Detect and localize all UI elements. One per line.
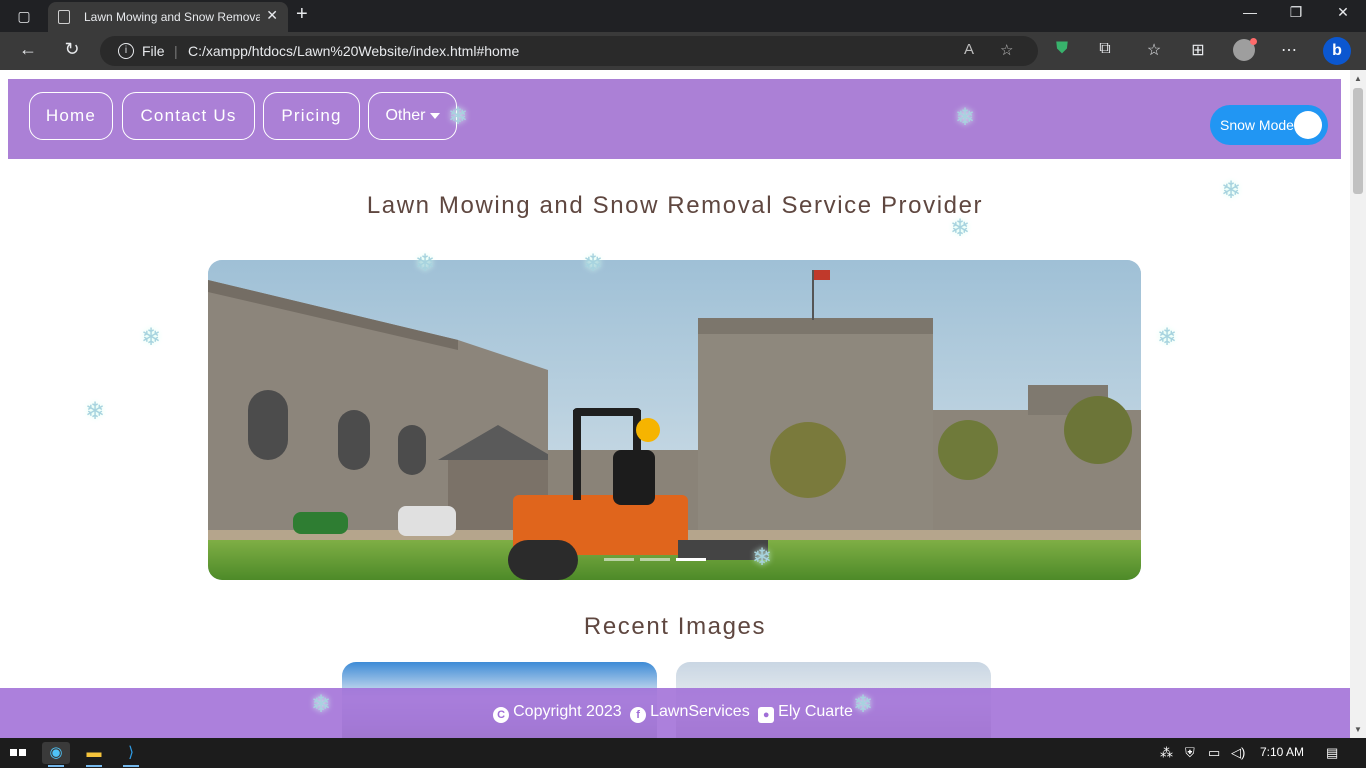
- new-tab-icon[interactable]: +: [296, 3, 308, 26]
- toggle-knob: [1294, 111, 1322, 139]
- page-icon: [58, 10, 70, 24]
- snowflake-icon: ❄: [853, 691, 874, 718]
- edge-icon[interactable]: ◉: [42, 742, 70, 767]
- url-text[interactable]: C:/xampp/htdocs/Lawn%20Website/index.htm…: [188, 43, 519, 59]
- more-icon[interactable]: ⋯: [1278, 40, 1300, 60]
- page-title: Lawn Mowing and Snow Removal Service Pro…: [366, 192, 984, 219]
- read-aloud-icon[interactable]: A: [964, 41, 974, 58]
- slide-indicator-active[interactable]: [676, 558, 706, 561]
- nav-other-dropdown[interactable]: Other: [368, 92, 457, 140]
- display-icon[interactable]: ▭: [1208, 745, 1220, 761]
- facebook-icon[interactable]: f: [630, 707, 647, 723]
- window-icon[interactable]: ▢: [12, 6, 36, 26]
- site-navbar: Home Contact Us Pricing Other Snow Mode: [8, 79, 1341, 159]
- favorite-add-icon[interactable]: ☆: [1000, 41, 1013, 59]
- address-separator: |: [174, 43, 178, 59]
- scroll-thumb[interactable]: [1353, 88, 1363, 194]
- snowflake-icon: ❄: [141, 324, 162, 351]
- nav-home-button[interactable]: Home: [29, 92, 113, 140]
- scroll-down-icon[interactable]: ▼: [1354, 725, 1362, 734]
- snowflake-icon: ❄: [415, 250, 436, 277]
- slide-indicator[interactable]: [640, 558, 670, 561]
- nav-other-label: Other: [385, 107, 426, 124]
- copyright-icon: C: [493, 707, 510, 723]
- snow-mode-label: Snow Mode: [1220, 117, 1294, 133]
- snowflake-icon: ❄: [1221, 177, 1242, 204]
- snowflake-icon: ❄: [311, 691, 332, 718]
- volume-icon[interactable]: ◁): [1231, 745, 1245, 761]
- extensions-icon[interactable]: ⧉: [1094, 40, 1116, 58]
- favorites-icon[interactable]: ☆: [1143, 40, 1165, 60]
- slider-indicators: [604, 558, 724, 562]
- vscode-icon[interactable]: ⟩: [117, 742, 145, 767]
- refresh-icon[interactable]: ↻: [60, 39, 84, 60]
- snowflake-icon: ❄: [448, 103, 469, 130]
- user-icon: ●: [758, 707, 775, 723]
- info-icon[interactable]: i: [118, 43, 134, 59]
- hero-slider[interactable]: [208, 260, 1141, 580]
- network-icon[interactable]: ⁂: [1160, 745, 1173, 761]
- clock-time[interactable]: 7:10 AM: [1260, 745, 1304, 759]
- minimize-icon[interactable]: —: [1235, 4, 1265, 20]
- author-name: Ely Cuarte: [778, 703, 853, 720]
- security-tray-icon[interactable]: ⛨: [1185, 745, 1195, 761]
- nav-pricing-button[interactable]: Pricing: [263, 92, 360, 140]
- profile-icon[interactable]: [1233, 38, 1257, 61]
- hero-image: [208, 260, 1141, 580]
- page-scrollbar[interactable]: ▲ ▼: [1350, 70, 1366, 738]
- snowflake-icon: ❄: [950, 215, 971, 242]
- address-bar[interactable]: i File | C:/xampp/htdocs/Lawn%20Website/…: [100, 36, 1038, 66]
- windows-taskbar: ◉ ▬ ⟩ ⁂ ⛨ ▭ ◁) 7:10 AM ▤: [0, 738, 1366, 768]
- snowflake-icon: ❄: [85, 398, 106, 425]
- back-icon[interactable]: ←: [16, 39, 40, 60]
- recent-images-heading: Recent Images: [583, 613, 767, 640]
- file-explorer-icon[interactable]: ▬: [80, 742, 108, 767]
- address-bar-row: ← ↻ i File | C:/xampp/htdocs/Lawn%20Webs…: [0, 32, 1366, 70]
- shield-icon[interactable]: ⛊: [1051, 40, 1073, 58]
- snowflake-icon: ❄: [1157, 324, 1178, 351]
- slide-indicator[interactable]: [604, 558, 634, 561]
- copyright-text: Copyright 2023: [513, 703, 622, 720]
- snowflake-icon: ❄: [752, 544, 773, 571]
- snowflake-icon: ❄: [583, 250, 604, 277]
- caret-down-icon: [429, 112, 440, 119]
- close-window-icon[interactable]: ✕: [1328, 4, 1358, 21]
- page-viewport: Home Contact Us Pricing Other Snow Mode …: [0, 70, 1350, 738]
- tab-close-icon[interactable]: ✕: [266, 7, 278, 24]
- bing-icon[interactable]: b: [1323, 37, 1351, 65]
- windows-start-icon[interactable]: [9, 742, 27, 764]
- collections-icon[interactable]: ⊞: [1187, 40, 1209, 60]
- scroll-up-icon[interactable]: ▲: [1354, 74, 1362, 83]
- browser-tab-bar: ▢ Lawn Mowing and Snow Removal ✕ + — ❐ ✕: [0, 0, 1366, 32]
- tab-title: Lawn Mowing and Snow Removal: [84, 10, 260, 24]
- scheme-label: File: [142, 43, 165, 59]
- snowflake-icon: ❄: [955, 104, 976, 131]
- notifications-icon[interactable]: ▤: [1326, 745, 1338, 761]
- snow-mode-toggle[interactable]: Snow Mode: [1210, 105, 1328, 145]
- restore-icon[interactable]: ❐: [1281, 4, 1311, 21]
- facebook-link[interactable]: LawnServices: [650, 703, 750, 720]
- nav-contact-button[interactable]: Contact Us: [122, 92, 255, 140]
- site-footer: C Copyright 2023 f LawnServices ● Ely Cuart…: [0, 688, 1350, 738]
- browser-tab[interactable]: Lawn Mowing and Snow Removal ✕: [48, 2, 288, 32]
